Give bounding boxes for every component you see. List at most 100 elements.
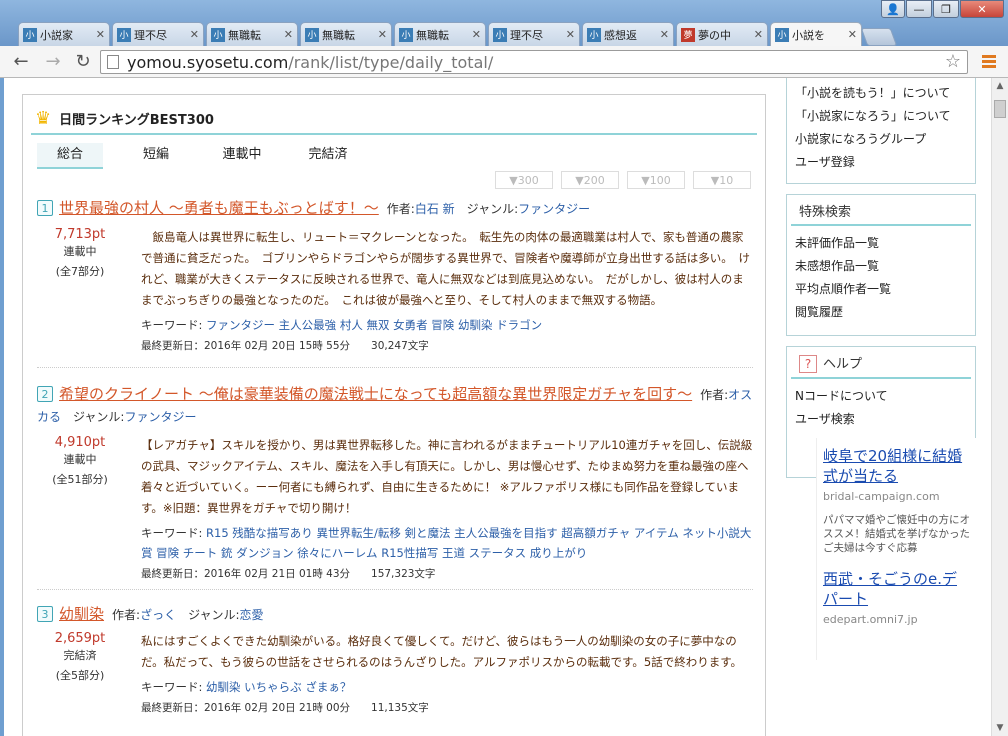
link-author-avg-score[interactable]: 平均点順作者一覧	[787, 278, 975, 301]
profile-button[interactable]: 👤	[881, 0, 905, 18]
entry-title-line: 1 世界最強の村人 ～勇者も魔王もぶっとばす！～ 作者:白石 新 ジャンル:ファンタ…	[37, 197, 757, 220]
tab-close-icon[interactable]: ✕	[472, 28, 481, 41]
ad-title-link[interactable]: 岐阜で20組様に結婚式が当たる	[823, 446, 971, 486]
entry-stats: 4,910pt 連載中 (全51部分)	[37, 435, 123, 490]
tab-short[interactable]: 短編	[123, 143, 189, 169]
genre-link[interactable]: ファンタジー	[124, 410, 196, 424]
new-tab-button[interactable]	[860, 28, 898, 46]
work-title-link[interactable]: 世界最強の村人 ～勇者も魔王もぶっとばす！～	[59, 199, 379, 217]
maximize-button[interactable]: ❐	[933, 0, 959, 18]
browser-tab[interactable]: 小小説家 ✕	[18, 22, 110, 46]
author-link[interactable]: 白石 新	[415, 202, 455, 216]
entry-updated: 最終更新日：2016年 02月 20日 15時 55分 30,247文字	[141, 340, 429, 352]
browser-tab-active[interactable]: 小小説を ✕	[770, 22, 862, 46]
rank-number: 2	[37, 386, 53, 402]
help-title-text: ヘルプ	[823, 357, 863, 372]
keywords-label: キーワード:	[141, 318, 203, 332]
keyword-links[interactable]: ファンタジー 主人公最強 村人 無双 女勇者 冒険 幼馴染 ドラゴン	[206, 318, 542, 332]
link-no-review-works[interactable]: 未感想作品一覧	[787, 255, 975, 278]
tab-close-icon[interactable]: ✕	[284, 28, 293, 41]
close-button[interactable]: ✕	[960, 0, 1004, 18]
browser-tab[interactable]: 小理不尽 ✕	[112, 22, 204, 46]
entry-meta: 作者:ざっく ジャンル:恋愛	[112, 608, 264, 622]
ranking-panel: ♛ 日間ランキングBEST300 総合 短編 連載中 完結済 ▼300 ▼200…	[22, 94, 766, 736]
minimize-button[interactable]: —	[906, 0, 932, 18]
ad-column: 岐阜で20組様に結婚式が当たる bridal-campaign.com パパママ…	[816, 438, 977, 660]
tab-overall[interactable]: 総合	[37, 143, 103, 169]
about-links-box: 「小説を読もう！」について 「小説家になろう」について 小説家になろうグループ …	[786, 78, 976, 184]
tab-completed[interactable]: 完結済	[295, 143, 361, 169]
browser-tab[interactable]: 小無職転 ✕	[300, 22, 392, 46]
jump-300-button[interactable]: ▼300	[495, 171, 553, 189]
site-favicon-icon: 小	[399, 27, 413, 42]
link-user-register[interactable]: ユーザ登録	[787, 151, 975, 174]
tab-title: 理不尽	[510, 28, 543, 42]
tab-title: 無職転	[228, 28, 261, 42]
genre-link[interactable]: 恋愛	[240, 608, 264, 622]
genre-link[interactable]: ファンタジー	[518, 202, 590, 216]
link-user-search[interactable]: ユーザ検索	[787, 408, 975, 431]
entry-stats: 7,713pt 連載中 (全7部分)	[37, 227, 123, 282]
link-browse-history[interactable]: 閲覧履歴	[787, 301, 975, 324]
jump-100-button[interactable]: ▼100	[627, 171, 685, 189]
entry-title-line: 3 幼馴染 作者:ざっく ジャンル:恋愛	[37, 603, 757, 626]
status-text: 連載中	[63, 453, 97, 466]
browser-tab[interactable]: 小感想返 ✕	[582, 22, 674, 46]
browser-tab[interactable]: 小無職転 ✕	[206, 22, 298, 46]
ranking-title: 日間ランキングBEST300	[59, 112, 214, 128]
author-label: 作者:	[700, 388, 729, 402]
back-arrow-icon[interactable]: ←	[10, 52, 32, 72]
tab-title: 理不尽	[134, 28, 167, 42]
keyword-links[interactable]: 幼馴染 いちゃらぶ ざまぁ？	[206, 680, 351, 694]
browser-tab[interactable]: 夢夢の中 ✕	[676, 22, 768, 46]
ad-url[interactable]: edepart.omni7.jp	[823, 613, 971, 626]
link-about-narou[interactable]: 「小説家になろう」について	[787, 105, 975, 128]
url-host: yomou.syosetu.com	[127, 52, 289, 72]
question-icon: ?	[799, 355, 817, 373]
keyword-links[interactable]: R15 残酷な描写あり 異世界転生/転移 剣と魔法 主人公最強を目指す 超高額ガ…	[141, 526, 751, 560]
link-ncode-help[interactable]: Nコードについて	[787, 385, 975, 408]
tab-close-icon[interactable]: ✕	[190, 28, 199, 41]
link-unrated-works[interactable]: 未評価作品一覧	[787, 232, 975, 255]
vertical-scrollbar[interactable]: ▲ ▼	[991, 78, 1008, 736]
entry-keywords: キーワード: R15 残酷な描写あり 異世界転生/転移 剣と魔法 主人公最強を目…	[141, 523, 753, 563]
forward-arrow-icon[interactable]: →	[42, 52, 64, 72]
browser-tab[interactable]: 小理不尽 ✕	[488, 22, 580, 46]
work-title-link[interactable]: 幼馴染	[59, 605, 104, 623]
keywords-label: キーワード:	[141, 526, 203, 540]
scroll-thumb[interactable]	[994, 100, 1006, 118]
ad-url[interactable]: bridal-campaign.com	[823, 490, 971, 503]
ranking-entry: 1 世界最強の村人 ～勇者も魔王もぶっとばす！～ 作者:白石 新 ジャンル:ファンタ…	[37, 197, 757, 352]
work-title-link[interactable]: 希望のクライノート ～俺は豪華装備の魔法戦士になっても超高額な異世界限定ガチャを…	[59, 385, 692, 403]
scroll-up-arrow-icon[interactable]: ▲	[992, 78, 1008, 94]
rank-jump-links: ▼300 ▼200 ▼100 ▼10	[495, 171, 751, 189]
tab-close-icon[interactable]: ✕	[660, 28, 669, 41]
ad-title-link[interactable]: 西武・そごうのe.デパート	[823, 569, 971, 609]
jump-10-button[interactable]: ▼10	[693, 171, 751, 189]
tab-close-icon[interactable]: ✕	[754, 28, 763, 41]
tab-ongoing[interactable]: 連載中	[209, 143, 275, 169]
jump-200-button[interactable]: ▼200	[561, 171, 619, 189]
help-title: ? ヘルプ	[791, 347, 971, 379]
entry-keywords: キーワード: ファンタジー 主人公最強 村人 無双 女勇者 冒険 幼馴染 ドラゴ…	[141, 315, 753, 335]
tab-close-icon[interactable]: ✕	[96, 28, 105, 41]
page-icon	[107, 55, 119, 69]
parts-count: (全5部分)	[55, 669, 105, 682]
tab-close-icon[interactable]: ✕	[566, 28, 575, 41]
site-favicon-icon: 小	[23, 27, 37, 42]
site-favicon-icon: 小	[493, 27, 507, 42]
bookmark-star-icon[interactable]: ☆	[945, 51, 961, 72]
scroll-down-arrow-icon[interactable]: ▼	[992, 720, 1008, 736]
author-link[interactable]: ざっく	[140, 608, 176, 622]
status-text: 完結済	[63, 649, 97, 662]
link-about-yomou[interactable]: 「小説を読もう！」について	[787, 78, 975, 105]
address-bar[interactable]: yomou.syosetu.com/rank/list/type/daily_t…	[100, 50, 968, 74]
link-narou-group[interactable]: 小説家になろうグループ	[787, 128, 975, 151]
genre-label: ジャンル:	[466, 202, 519, 216]
tab-close-icon[interactable]: ✕	[378, 28, 387, 41]
reload-icon[interactable]: ↻	[72, 52, 94, 72]
browser-tab[interactable]: 小無職転 ✕	[394, 22, 486, 46]
tab-close-icon[interactable]: ✕	[848, 28, 857, 41]
site-favicon-icon: 夢	[681, 27, 695, 42]
menu-icon[interactable]	[982, 55, 996, 70]
